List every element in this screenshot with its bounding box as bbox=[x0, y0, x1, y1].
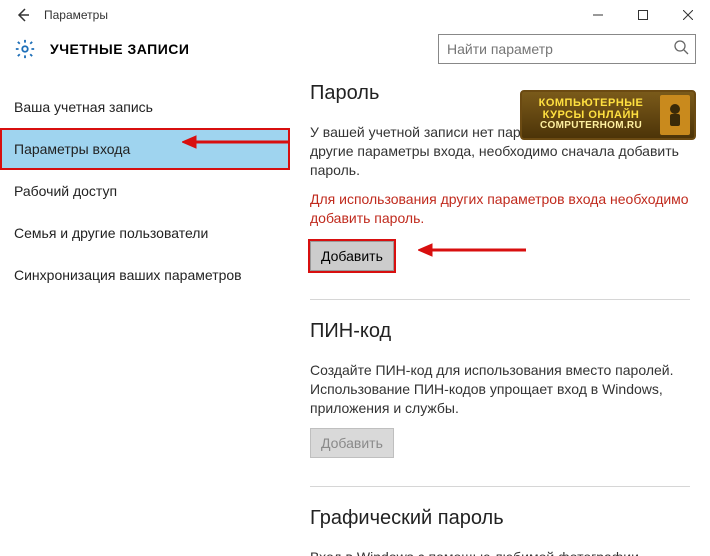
watermark-line3: COMPUTERHOM.RU bbox=[526, 121, 656, 132]
page-title: УЧЕТНЫЕ ЗАПИСИ bbox=[50, 41, 189, 57]
settings-gear-icon bbox=[14, 38, 36, 60]
sidebar-item-work-access[interactable]: Рабочий доступ bbox=[0, 170, 290, 212]
pin-description: Создайте ПИН-код для использования вмест… bbox=[310, 361, 690, 418]
annotation-arrow-sidebar bbox=[182, 132, 292, 157]
header: УЧЕТНЫЕ ЗАПИСИ bbox=[0, 30, 710, 82]
search-input[interactable] bbox=[447, 41, 673, 57]
divider bbox=[310, 299, 690, 300]
sidebar-item-family[interactable]: Семья и другие пользователи bbox=[0, 212, 290, 254]
sidebar-item-label: Параметры входа bbox=[14, 141, 130, 157]
section-title-picture: Графический пароль bbox=[310, 507, 690, 530]
add-pin-button[interactable]: Добавить bbox=[310, 428, 394, 458]
picture-description: Вход в Windows с помощью любимой фотогра… bbox=[310, 548, 690, 556]
divider bbox=[310, 486, 690, 487]
content: Пароль У вашей учетной записи нет пароля… bbox=[290, 82, 710, 556]
section-pin: ПИН-код Создайте ПИН-код для использован… bbox=[310, 320, 690, 458]
close-icon bbox=[683, 10, 693, 20]
section-picture-password: Графический пароль Вход в Windows с помо… bbox=[310, 507, 690, 556]
sidebar-item-label: Семья и другие пользователи bbox=[14, 225, 208, 241]
sidebar-item-your-account[interactable]: Ваша учетная запись bbox=[0, 86, 290, 128]
maximize-icon bbox=[638, 10, 648, 20]
section-title-pin: ПИН-код bbox=[310, 320, 690, 343]
minimize-button[interactable] bbox=[575, 0, 620, 30]
search-icon bbox=[673, 39, 689, 60]
maximize-button[interactable] bbox=[620, 0, 665, 30]
titlebar: Параметры bbox=[0, 0, 710, 30]
back-button[interactable] bbox=[12, 4, 34, 26]
arrow-left-icon bbox=[15, 7, 31, 23]
window-controls bbox=[575, 0, 710, 30]
sidebar-item-label: Синхронизация ваших параметров bbox=[14, 267, 242, 283]
sidebar-item-sync[interactable]: Синхронизация ваших параметров bbox=[0, 254, 290, 296]
sidebar-item-label: Рабочий доступ bbox=[14, 183, 117, 199]
window-title: Параметры bbox=[44, 8, 108, 22]
annotation-arrow-add-button bbox=[418, 240, 528, 265]
password-warning: Для использования других параметров вход… bbox=[310, 190, 690, 228]
add-password-button[interactable]: Добавить bbox=[310, 241, 394, 271]
close-button[interactable] bbox=[665, 0, 710, 30]
search-box[interactable] bbox=[438, 34, 696, 64]
watermark-badge: КОМПЬЮТЕРНЫЕ КУРСЫ ОНЛАЙН COMPUTERHOM.RU bbox=[520, 90, 696, 140]
watermark-mascot-icon bbox=[660, 95, 690, 135]
sidebar-item-label: Ваша учетная запись bbox=[14, 99, 153, 115]
minimize-icon bbox=[593, 10, 603, 20]
